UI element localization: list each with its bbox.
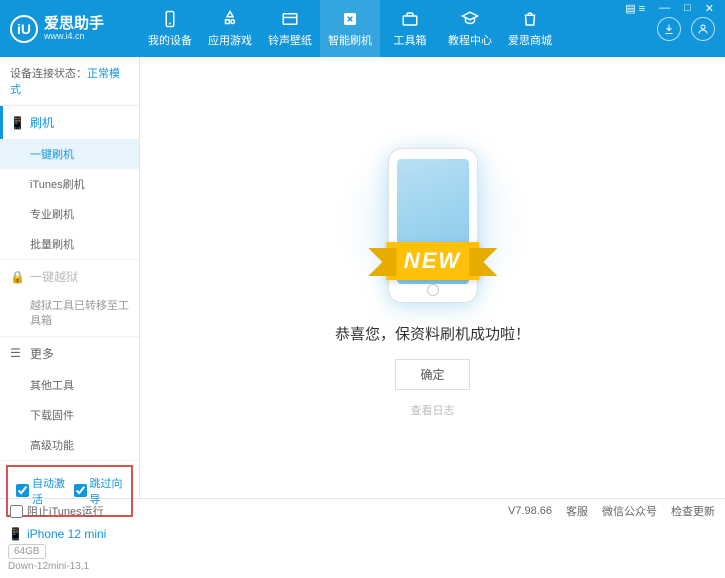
sidebar-item-batch[interactable]: 批量刷机 [0, 229, 139, 259]
logo-icon: iU [10, 15, 38, 43]
app-name: 爱思助手 [44, 16, 104, 31]
nav-store[interactable]: 爱思商城 [500, 0, 560, 57]
store-icon [520, 9, 540, 29]
new-ribbon: NEW [386, 242, 479, 280]
device-storage: 64GB [8, 544, 46, 559]
toolbox-icon [400, 9, 420, 29]
main-content: NEW 恭喜您，保资料刷机成功啦！ 确定 查看日志 [140, 57, 725, 498]
ok-button[interactable]: 确定 [395, 359, 469, 390]
logo-area: iU 爱思助手 www.i4.cn [10, 15, 140, 43]
version-label: V7.98.66 [508, 505, 552, 517]
view-log-link[interactable]: 查看日志 [411, 402, 455, 418]
menu-icon[interactable]: ▤ ≡ [622, 2, 648, 15]
sidebar-item-other[interactable]: 其他工具 [0, 370, 139, 400]
tutorial-icon [460, 9, 480, 29]
sidebar-item-advanced[interactable]: 高级功能 [0, 430, 139, 460]
sidebar-section-flash[interactable]: 📱刷机 [0, 106, 139, 139]
nav-apps[interactable]: 应用游戏 [200, 0, 260, 57]
sidebar-item-itunes[interactable]: iTunes刷机 [0, 169, 139, 199]
phone-icon [160, 9, 180, 29]
support-link[interactable]: 客服 [566, 503, 588, 519]
phone-small-icon: 📱 [10, 116, 24, 130]
user-button[interactable] [691, 17, 715, 41]
nav-ringtones[interactable]: 铃声壁纸 [260, 0, 320, 57]
device-icon: 📱 [8, 527, 23, 541]
connection-status: 设备连接状态：正常模式 [0, 57, 139, 106]
main-nav: 我的设备 应用游戏 铃声壁纸 智能刷机 工具箱 教程中心 爱思商城 [140, 0, 657, 57]
sidebar-section-more[interactable]: ☰更多 [0, 337, 139, 370]
app-url: www.i4.cn [44, 31, 104, 41]
success-message: 恭喜您，保资料刷机成功啦！ [335, 323, 530, 344]
sidebar-section-jailbreak[interactable]: 🔒一键越狱 [0, 260, 139, 293]
wallpaper-icon [280, 9, 300, 29]
sidebar-item-oneclick[interactable]: 一键刷机 [0, 139, 139, 169]
lock-icon: 🔒 [10, 270, 24, 284]
window-controls: ▤ ≡ — □ ✕ [622, 2, 717, 15]
app-header: iU 爱思助手 www.i4.cn 我的设备 应用游戏 铃声壁纸 智能刷机 工具… [0, 0, 725, 57]
apps-icon [220, 9, 240, 29]
nav-tutorials[interactable]: 教程中心 [440, 0, 500, 57]
flash-icon [340, 9, 360, 29]
header-right [657, 17, 715, 41]
nav-my-device[interactable]: 我的设备 [140, 0, 200, 57]
checkbox-block-itunes[interactable]: 阻止iTunes运行 [10, 503, 104, 519]
device-panel[interactable]: 📱iPhone 12 mini 64GB Down-12mini-13,1 [0, 521, 139, 578]
jailbreak-note: 越狱工具已转移至工具箱 [0, 293, 139, 336]
device-firmware: Down-12mini-13,1 [8, 561, 131, 572]
more-icon: ☰ [10, 346, 24, 360]
update-link[interactable]: 检查更新 [671, 503, 715, 519]
close-icon[interactable]: ✕ [702, 2, 717, 15]
checkbox-skip-guide[interactable]: 跳过向导 [74, 475, 124, 507]
minimize-icon[interactable]: — [656, 2, 673, 15]
nav-flash[interactable]: 智能刷机 [320, 0, 380, 57]
nav-toolbox[interactable]: 工具箱 [380, 0, 440, 57]
sidebar: 设备连接状态：正常模式 📱刷机 一键刷机 iTunes刷机 专业刷机 批量刷机 … [0, 57, 140, 498]
device-name: 📱iPhone 12 mini [8, 527, 131, 541]
checkbox-auto-activate[interactable]: 自动激活 [16, 475, 66, 507]
maximize-icon[interactable]: □ [681, 2, 694, 15]
success-illustration: NEW [328, 138, 538, 308]
sidebar-item-pro[interactable]: 专业刷机 [0, 199, 139, 229]
wechat-link[interactable]: 微信公众号 [602, 503, 657, 519]
download-button[interactable] [657, 17, 681, 41]
sidebar-item-download-fw[interactable]: 下载固件 [0, 400, 139, 430]
